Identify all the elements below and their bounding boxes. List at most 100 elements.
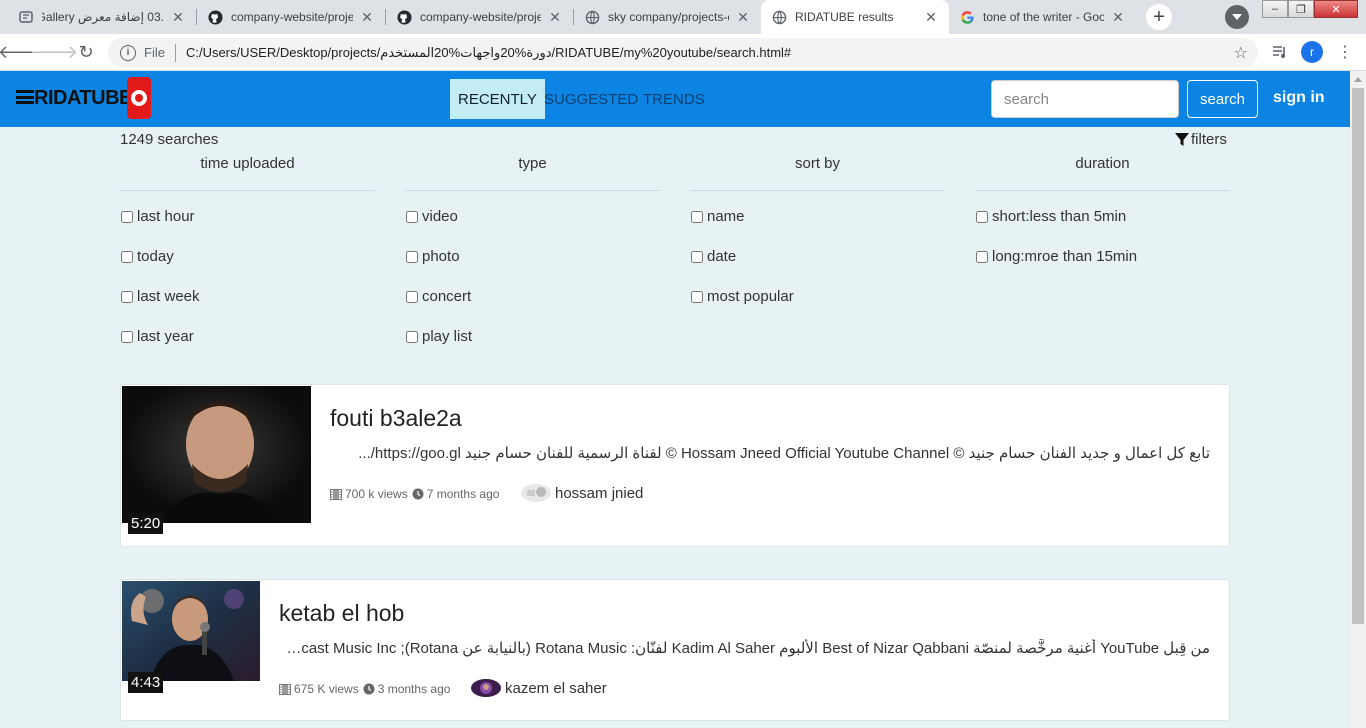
address-bar[interactable]: i File C:/Users/USER/Desktop/projects/دو… [108,38,1258,67]
profile-avatar[interactable]: r [1301,41,1323,63]
filter-option[interactable]: most popular [690,288,794,305]
video-age: 3 months ago [377,682,451,696]
filter-option-label: play list [422,328,473,345]
filter-option[interactable]: last hour [120,208,195,225]
filter-option[interactable]: video [405,208,458,225]
filter-option[interactable]: play list [405,328,472,345]
filter-checkbox[interactable] [976,210,988,223]
filter-checkbox[interactable] [406,330,418,343]
tab-close-icon[interactable]: ✕ [1110,9,1126,26]
filter-option-label: last week [137,288,200,305]
filter-option[interactable]: date [690,248,736,265]
tab-title: tone of the writer - Goo [983,10,1104,24]
filter-checkbox[interactable] [121,290,133,303]
filter-checkbox[interactable] [406,210,418,223]
scheme-label: File [144,45,165,60]
filter-checkbox[interactable] [121,250,133,263]
scroll-up-arrow-icon[interactable] [1354,73,1362,82]
filter-heading: duration [1075,155,1130,172]
channel-avatar [471,679,501,697]
document-icon [18,9,34,25]
site-logo[interactable]: RIDATUBE [34,87,132,110]
browser-tab[interactable]: company-website/projects ✕ [386,0,573,34]
video-result-card[interactable]: 4:43 ketab el hob من قِبل YouTube أغنية … [120,579,1230,721]
browser-tab-active[interactable]: RIDATUBE results ✕ [761,0,949,34]
more-menu-icon[interactable]: ⋮ [1333,40,1357,64]
globe-icon [771,9,787,25]
tab-close-icon[interactable]: ✕ [923,9,939,26]
page-viewport: RIDATUBE RECENTLY SUGGESTED TRENDS searc… [0,71,1350,728]
video-title[interactable]: fouti b3ale2a [330,405,462,432]
maximize-icon[interactable]: ❐ [1288,0,1314,18]
bookmark-star-icon[interactable]: ☆ [1234,43,1248,63]
reload-icon[interactable]: ↻ [74,40,98,64]
video-result-card[interactable]: 5:20 fouti b3ale2a تابع كل اعمال و جديد … [120,384,1230,547]
clock-icon [412,488,424,500]
tab-search-dropdown-icon[interactable] [1225,5,1249,29]
filter-checkbox[interactable] [406,250,418,263]
filters-toggle[interactable]: filters [1174,131,1227,148]
filter-checkbox[interactable] [406,290,418,303]
tab-suggested[interactable]: SUGGESTED [536,79,646,119]
close-window-icon[interactable]: ✕ [1314,0,1358,18]
video-duration: 5:20 [128,513,164,534]
filter-checkbox[interactable] [121,210,133,223]
browser-tab[interactable]: .03 إضافة معرض Gallery في ✕ [8,0,196,34]
filter-option-label: most popular [707,288,794,305]
channel-name: hossam jnied [555,484,644,502]
channel-link[interactable]: kazem el saher [471,679,607,697]
filter-option[interactable]: photo [405,248,460,265]
tab-title: company-website/projects [231,10,353,24]
search-button[interactable]: search [1187,80,1258,118]
filter-option-label: photo [422,248,460,265]
video-thumbnail[interactable] [122,581,260,681]
tab-title: sky company/projects-c [608,10,729,24]
filter-checkbox[interactable] [691,210,703,223]
filter-checkbox[interactable] [121,330,133,343]
video-title[interactable]: ketab el hob [279,600,404,627]
filter-option[interactable]: today [120,248,174,265]
video-description: من قِبل YouTube أغنية مرخَّصة لمنصّة Bes… [279,640,1210,657]
filter-option[interactable]: name [690,208,745,225]
video-thumbnail[interactable] [122,386,311,523]
filter-option[interactable]: last week [120,288,200,305]
filter-option-label: last hour [137,208,195,225]
filter-option[interactable]: concert [405,288,471,305]
forward-arrow-icon[interactable]: 🡒 [30,40,78,64]
filter-checkbox[interactable] [976,250,988,263]
github-icon [207,9,223,25]
filter-option[interactable]: long:mroe than 15min [975,248,1137,265]
minimize-icon[interactable]: – [1262,0,1288,18]
filter-checkbox[interactable] [691,290,703,303]
hamburger-menu-icon[interactable] [16,90,34,104]
filter-option[interactable]: last year [120,328,194,345]
tab-close-icon[interactable]: ✕ [547,9,563,26]
browser-tab[interactable]: company-website/projects ✕ [197,0,385,34]
filter-divider [120,190,375,191]
page-scrollbar[interactable] [1350,71,1366,728]
tab-title: RIDATUBE results [795,10,894,24]
filter-group-sort-by: sort by name date most popular [690,155,945,305]
url-text[interactable]: C:/Users/USER/Desktop/projects/دورة%20وا… [186,45,1234,61]
search-input[interactable] [991,80,1179,118]
video-duration: 4:43 [128,672,164,693]
channel-link[interactable]: hossam jnied [521,484,643,502]
tab-close-icon[interactable]: ✕ [359,9,375,26]
browser-tab[interactable]: sky company/projects-c ✕ [574,0,761,34]
new-tab-button[interactable]: + [1146,4,1172,30]
tab-recently[interactable]: RECENTLY [450,79,545,119]
filter-divider [405,190,660,191]
filter-option[interactable]: short:less than 5min [975,208,1126,225]
scrollbar-thumb[interactable] [1352,88,1364,624]
browser-tab[interactable]: tone of the writer - Goo ✕ [949,0,1136,34]
filter-checkbox[interactable] [691,250,703,263]
tab-close-icon[interactable]: ✕ [170,9,186,26]
clock-icon [363,683,375,695]
tab-close-icon[interactable]: ✕ [735,9,751,26]
media-queue-icon[interactable] [1268,40,1292,64]
tab-trends[interactable]: TRENDS [635,79,713,119]
filter-option-label: date [707,248,737,265]
info-icon[interactable]: i [120,44,136,61]
sign-in-link[interactable]: sign in [1273,89,1325,107]
browser-toolbar: 🡐 🡒 ↻ i File C:/Users/USER/Desktop/proje… [0,34,1366,71]
